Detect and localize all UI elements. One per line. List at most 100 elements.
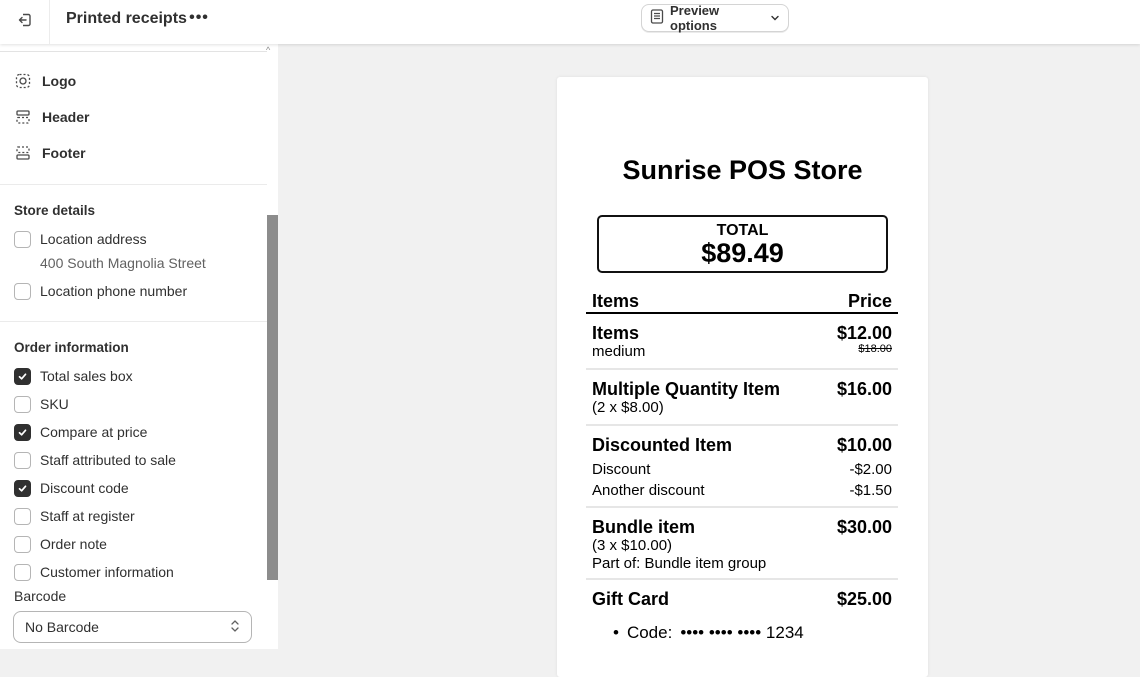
item-name: Gift Card	[592, 589, 670, 609]
item-name: Multiple Quantity Item	[592, 379, 781, 399]
top-bar: Printed receipts ••• Preview options	[0, 0, 1140, 44]
checkbox[interactable]	[14, 563, 31, 581]
sidebar-item-label: Logo	[42, 73, 77, 89]
settings-sidebar: ^ Logo Header Footer Store details Locat…	[0, 44, 278, 649]
scroll-up-arrow-icon[interactable]: ^	[266, 45, 270, 55]
item-price: $16.00	[836, 379, 892, 399]
checkbox-checked[interactable]	[14, 423, 31, 441]
checkbox-location-address[interactable]: Location address	[14, 229, 147, 249]
checkmark-icon	[17, 371, 28, 382]
checkbox-location-phone[interactable]: Location phone number	[14, 281, 187, 301]
compare-at-price: $18.00	[858, 343, 892, 355]
item-price: $30.00	[836, 517, 892, 537]
store-name: Sunrise POS Store	[622, 155, 863, 185]
checkbox-total-sales-box[interactable]: Total sales box	[14, 366, 133, 386]
gift-code-label: Code:	[626, 623, 673, 642]
line-separator	[586, 506, 898, 508]
page-title: Printed receipts	[66, 10, 187, 27]
chevron-down-icon	[770, 11, 780, 26]
item-variant: medium	[592, 343, 646, 360]
gift-card-code: • Code: •••• •••• •••• 1234	[613, 623, 804, 643]
sidebar-item-header[interactable]: Header	[14, 105, 89, 129]
checkbox[interactable]	[14, 535, 31, 553]
checkbox-checked[interactable]	[14, 367, 31, 385]
scrollbar-thumb[interactable]	[267, 215, 278, 580]
preview-options-button[interactable]: Preview options	[641, 3, 789, 33]
select-arrows-icon	[230, 619, 240, 636]
line-separator	[586, 578, 898, 580]
logo-placeholder-icon	[14, 72, 32, 90]
price-column-header: Price	[847, 291, 892, 311]
checkbox-compare-at-price[interactable]: Compare at price	[14, 422, 147, 442]
barcode-label: Barcode	[14, 588, 67, 604]
items-header: Items Price	[586, 291, 898, 314]
sidebar-top-divider	[0, 51, 267, 52]
item-quantity: (3 x $10.00)	[592, 537, 673, 554]
checkbox-label: Location address	[40, 231, 147, 247]
checkmark-icon	[17, 483, 28, 494]
checkbox-label: SKU	[40, 396, 69, 412]
footer-layout-icon	[14, 144, 32, 162]
checkbox-staff-at-register[interactable]: Staff at register	[14, 506, 135, 526]
section-divider	[0, 321, 267, 322]
item-price: $12.00	[836, 323, 892, 343]
discount-label: Another discount	[592, 482, 705, 499]
header-layout-icon	[14, 108, 32, 126]
checkbox-label: Order note	[40, 536, 107, 552]
barcode-select[interactable]: No Barcode	[13, 611, 252, 643]
checkbox[interactable]	[14, 230, 31, 248]
line-item: Gift Card $25.00	[586, 589, 898, 609]
store-details-heading: Store details	[14, 203, 96, 218]
checkbox-checked[interactable]	[14, 479, 31, 497]
total-value: $89.49	[701, 238, 784, 268]
receipt-icon	[650, 9, 664, 27]
checkbox[interactable]	[14, 395, 31, 413]
checkbox-discount-code[interactable]: Discount code	[14, 478, 129, 498]
more-actions-button[interactable]: •••	[186, 7, 212, 29]
line-item: Discounted Item $10.00 Discount -$2.00 Ano…	[586, 435, 898, 500]
sidebar-item-footer[interactable]: Footer	[14, 141, 86, 165]
item-name: Items	[592, 323, 640, 343]
checkmark-icon	[17, 427, 28, 438]
checkbox[interactable]	[14, 451, 31, 469]
total-label: TOTAL	[716, 222, 769, 239]
discount-amount: -$2.00	[849, 461, 892, 478]
order-information-heading: Order information	[14, 340, 129, 355]
line-item: Items $12.00 medium $18.00	[586, 323, 898, 361]
line-separator	[586, 424, 898, 426]
total-sales-box: TOTAL $89.49	[597, 215, 888, 273]
checkbox-staff-attributed-to-sale[interactable]: Staff attributed to sale	[14, 450, 176, 470]
more-icon: •••	[189, 9, 209, 26]
checkbox[interactable]	[14, 507, 31, 525]
checkbox-label: Location phone number	[40, 283, 188, 299]
checkbox-sku[interactable]: SKU	[14, 394, 69, 414]
checkbox-order-note[interactable]: Order note	[14, 534, 107, 554]
line-item: Bundle item $30.00 (3 x $10.00) Part of: …	[586, 517, 898, 573]
line-item: Multiple Quantity Item $16.00 (2 x $8.00)	[586, 379, 898, 417]
checkbox[interactable]	[14, 282, 31, 300]
items-column-header: Items	[592, 291, 640, 311]
checkbox-label: Customer information	[40, 564, 174, 580]
receipt-preview: Sunrise POS Store TOTAL $89.49 Items Pri…	[557, 77, 928, 677]
exit-icon	[17, 12, 33, 33]
bullet-icon: •	[613, 623, 619, 642]
checkbox-label: Staff at register	[40, 508, 135, 524]
sidebar-item-logo[interactable]: Logo	[14, 69, 76, 93]
line-separator	[586, 368, 898, 370]
gift-code-value: •••• •••• •••• 1234	[680, 623, 804, 642]
exit-button[interactable]	[0, 0, 50, 44]
checkbox-label: Discount code	[40, 480, 129, 496]
item-price: $10.00	[836, 435, 892, 455]
barcode-select-value: No Barcode	[25, 619, 99, 635]
discount-label: Discount	[592, 461, 651, 478]
item-name: Discounted Item	[592, 435, 733, 455]
section-divider	[0, 184, 267, 185]
location-address-value: 400 South Magnolia Street	[40, 255, 206, 271]
item-name: Bundle item	[592, 517, 696, 537]
checkbox-label: Compare at price	[40, 424, 148, 440]
checkbox-customer-information[interactable]: Customer information	[14, 562, 174, 582]
checkbox-label: Total sales box	[40, 368, 133, 384]
sidebar-item-label: Footer	[42, 145, 86, 161]
bundle-group: Part of: Bundle item group	[592, 555, 767, 572]
checkbox-label: Staff attributed to sale	[40, 452, 176, 468]
